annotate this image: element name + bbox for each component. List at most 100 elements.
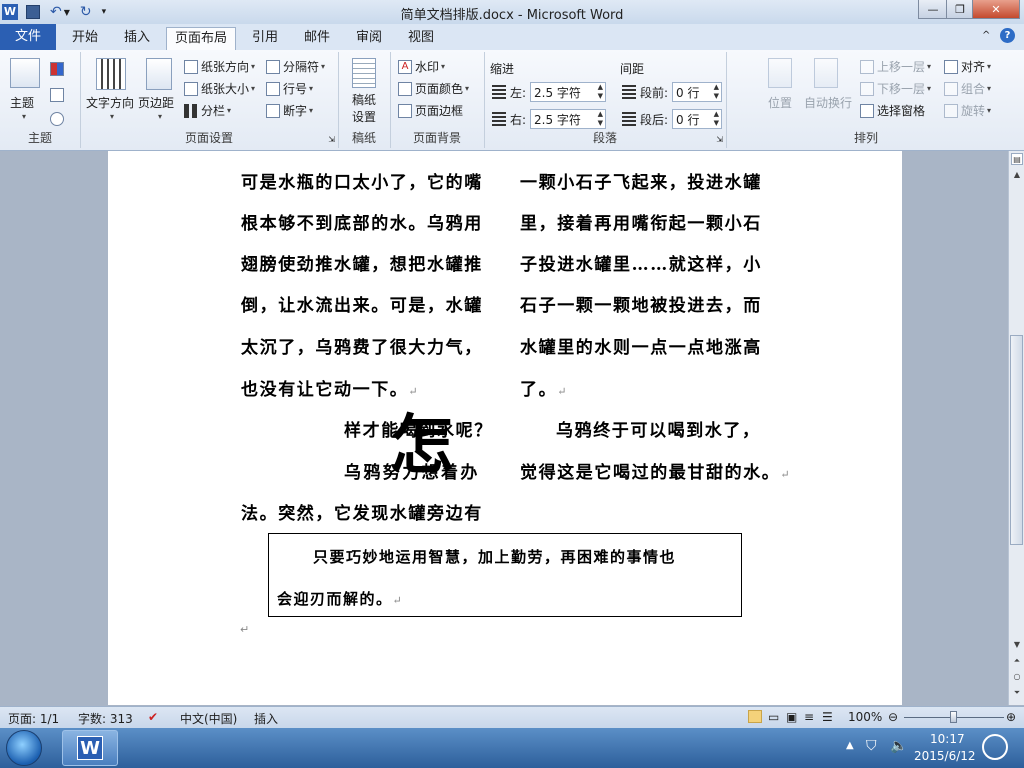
document-page[interactable]: 可是水瓶的口太小了，它的嘴 根本够不到底部的水。乌鸦用 翅膀使劲推水罐，想把水罐… <box>108 151 902 705</box>
indent-left-input[interactable]: 2.5 字符 ▲ ▼ <box>530 82 606 102</box>
spacing-before-input[interactable]: 0 行 ▲ ▼ <box>672 82 722 102</box>
print-layout-view-icon[interactable] <box>748 710 762 723</box>
doc-line[interactable]: 也没有让它动一下。↵ <box>241 375 419 400</box>
tab-insert[interactable]: 插入 <box>116 27 158 49</box>
hyphenation-button[interactable]: 断字 ▾ <box>266 102 313 119</box>
draft-view-icon[interactable]: ☰ <box>822 710 833 724</box>
selection-pane-button[interactable]: 选择窗格 <box>860 102 925 119</box>
weather-icon[interactable] <box>982 734 1008 760</box>
close-button[interactable]: ✕ <box>972 0 1020 19</box>
language-indicator[interactable]: 中文(中国) <box>180 710 237 727</box>
indent-left-spinner-icon[interactable]: ▲ ▼ <box>598 83 603 101</box>
theme-colors-icon[interactable] <box>50 62 64 76</box>
spacing-after-spinner-icon[interactable]: ▲ ▼ <box>714 110 719 128</box>
doc-line[interactable]: 可是水瓶的口太小了，它的嘴 <box>241 168 483 193</box>
word-count[interactable]: 字数: 313 <box>78 710 133 727</box>
rotate-button[interactable]: 旋转 ▾ <box>944 102 991 119</box>
send-backward-button[interactable]: 下移一层 ▾ <box>860 80 931 97</box>
group-objects-button[interactable]: 组合 ▾ <box>944 80 991 97</box>
size-button[interactable]: 纸张大小 ▾ <box>184 80 255 97</box>
columns-button[interactable]: 分栏 ▾ <box>184 102 231 119</box>
insert-mode-indicator[interactable]: 插入 <box>254 710 278 727</box>
bring-forward-button[interactable]: 上移一层 ▾ <box>860 58 931 75</box>
previous-page-icon[interactable]: ⏶ <box>1011 655 1023 667</box>
theme-dropdown-icon[interactable]: ▾ <box>22 112 26 121</box>
zoom-slider-thumb[interactable] <box>950 711 957 723</box>
start-button-icon[interactable] <box>6 730 42 766</box>
full-screen-reading-icon[interactable]: ▭ <box>768 710 779 724</box>
help-icon[interactable]: ? <box>1000 28 1015 43</box>
paragraph-launcher-icon[interactable]: ⇲ <box>716 135 723 144</box>
tab-page-layout[interactable]: 页面布局 <box>166 27 237 52</box>
scroll-thumb[interactable] <box>1010 335 1023 545</box>
margins-button[interactable]: 页边距 <box>138 94 174 111</box>
doc-line[interactable]: 石子一颗一颗地被投进去，而 <box>520 291 762 316</box>
doc-line[interactable]: 根本够不到底部的水。乌鸦用 <box>241 209 483 234</box>
margins-dropdown-icon[interactable]: ▾ <box>158 112 162 121</box>
volume-icon[interactable]: 🔈 <box>890 738 907 754</box>
align-button[interactable]: 对齐 ▾ <box>944 58 991 75</box>
zoom-out-icon[interactable]: ⊖ <box>888 710 898 724</box>
minimize-button[interactable]: — <box>918 0 948 19</box>
maximize-button[interactable]: ❐ <box>946 0 974 19</box>
tab-review[interactable]: 审阅 <box>348 27 390 49</box>
wrap-text-button[interactable]: 自动换行 <box>804 94 852 111</box>
doc-line[interactable]: 倒，让水流出来。可是，水罐 <box>241 291 483 316</box>
taskbar-word-button[interactable]: W <box>62 730 118 766</box>
browse-object-icon[interactable]: ○ <box>1011 671 1023 683</box>
vertical-scrollbar[interactable]: ▤ ▲ ▼ ⏶ ○ ⏷ <box>1008 151 1024 705</box>
doc-line[interactable]: 里，接着再用嘴衔起一颗小石 <box>520 209 762 234</box>
web-layout-icon[interactable]: ▣ <box>786 710 797 724</box>
page-count[interactable]: 页面: 1/1 <box>8 710 59 727</box>
scroll-up-icon[interactable]: ▲ <box>1011 169 1023 181</box>
doc-line[interactable]: 乌鸦终于可以喝到水了， <box>556 416 761 441</box>
doc-line[interactable]: 乌鸦努力想着办 <box>344 458 480 483</box>
next-page-icon[interactable]: ⏷ <box>1011 687 1023 699</box>
tab-view[interactable]: 视图 <box>400 27 442 49</box>
show-hidden-icons-icon[interactable]: ▲ <box>846 740 854 751</box>
doc-line[interactable]: 了。↵ <box>520 375 568 400</box>
doc-line[interactable]: 一颗小石子飞起来，投进水罐 <box>520 168 762 193</box>
clock-time[interactable]: 10:17 <box>930 732 965 746</box>
line-numbers-button[interactable]: 行号 ▾ <box>266 80 313 97</box>
zoom-in-icon[interactable]: ⊕ <box>1006 710 1016 724</box>
spacing-after-input[interactable]: 0 行 ▲ ▼ <box>672 109 722 129</box>
page-borders-button[interactable]: 页面边框 <box>398 102 463 119</box>
scroll-down-icon[interactable]: ▼ <box>1011 639 1023 651</box>
text-direction-button[interactable]: 文字方向 <box>86 94 134 111</box>
indent-right-input[interactable]: 2.5 字符 ▲ ▼ <box>530 109 606 129</box>
ribbon-minimize-icon[interactable]: ^ <box>982 30 990 41</box>
doc-line[interactable]: 水罐里的水则一点一点地涨高 <box>520 333 762 358</box>
text-box[interactable]: 只要巧妙地运用智慧，加上勤劳，再困难的事情也 会迎刃而解的。↵ <box>268 533 742 617</box>
page-color-button[interactable]: 页面颜色 ▾ <box>398 80 469 97</box>
orientation-button[interactable]: 纸张方向 ▾ <box>184 58 255 75</box>
proofing-icon[interactable]: ✔ <box>148 710 158 724</box>
spacing-before-spinner-icon[interactable]: ▲ ▼ <box>714 83 719 101</box>
doc-line[interactable]: 样才能喝到水呢？ <box>344 416 493 441</box>
theme-fonts-icon[interactable] <box>50 88 64 102</box>
theme-button[interactable]: 主题 <box>10 94 34 111</box>
doc-line[interactable]: 翅膀使劲推水罐，想把水罐推 <box>241 250 483 275</box>
doc-line[interactable]: 法。突然，它发现水罐旁边有 <box>241 499 483 524</box>
tab-mailings[interactable]: 邮件 <box>296 27 338 49</box>
tab-references[interactable]: 引用 <box>244 27 286 49</box>
network-shield-icon[interactable]: ⛉ <box>866 738 877 754</box>
tab-file[interactable]: 文件 <box>0 24 56 50</box>
zoom-level[interactable]: 100% <box>848 710 882 724</box>
ruler-toggle-icon[interactable]: ▤ <box>1011 153 1023 165</box>
clock-date[interactable]: 2015/6/12 <box>914 749 976 763</box>
theme-effects-icon[interactable] <box>50 112 64 126</box>
position-button[interactable]: 位置 <box>768 94 792 111</box>
doc-line[interactable]: 觉得这是它喝过的最甘甜的水。↵ <box>520 458 791 483</box>
tab-home[interactable]: 开始 <box>64 27 106 49</box>
page-setup-launcher-icon[interactable]: ⇲ <box>328 135 335 144</box>
watermark-button[interactable]: A 水印 ▾ <box>398 58 445 75</box>
outline-view-icon[interactable]: ≡ <box>804 710 814 724</box>
indent-right-spinner-icon[interactable]: ▲ ▼ <box>598 110 603 128</box>
doc-line[interactable]: 子投进水罐里……就这样，小 <box>520 250 762 275</box>
manuscript-setup-button[interactable]: 稿纸 设置 <box>352 92 376 126</box>
document-area[interactable]: 可是水瓶的口太小了，它的嘴 根本够不到底部的水。乌鸦用 翅膀使劲推水罐，想把水罐… <box>0 151 1008 705</box>
text-direction-dropdown-icon[interactable]: ▾ <box>110 112 114 121</box>
breaks-button[interactable]: 分隔符 ▾ <box>266 58 325 75</box>
doc-line[interactable]: 太沉了，乌鸦费了很大力气， <box>241 333 483 358</box>
